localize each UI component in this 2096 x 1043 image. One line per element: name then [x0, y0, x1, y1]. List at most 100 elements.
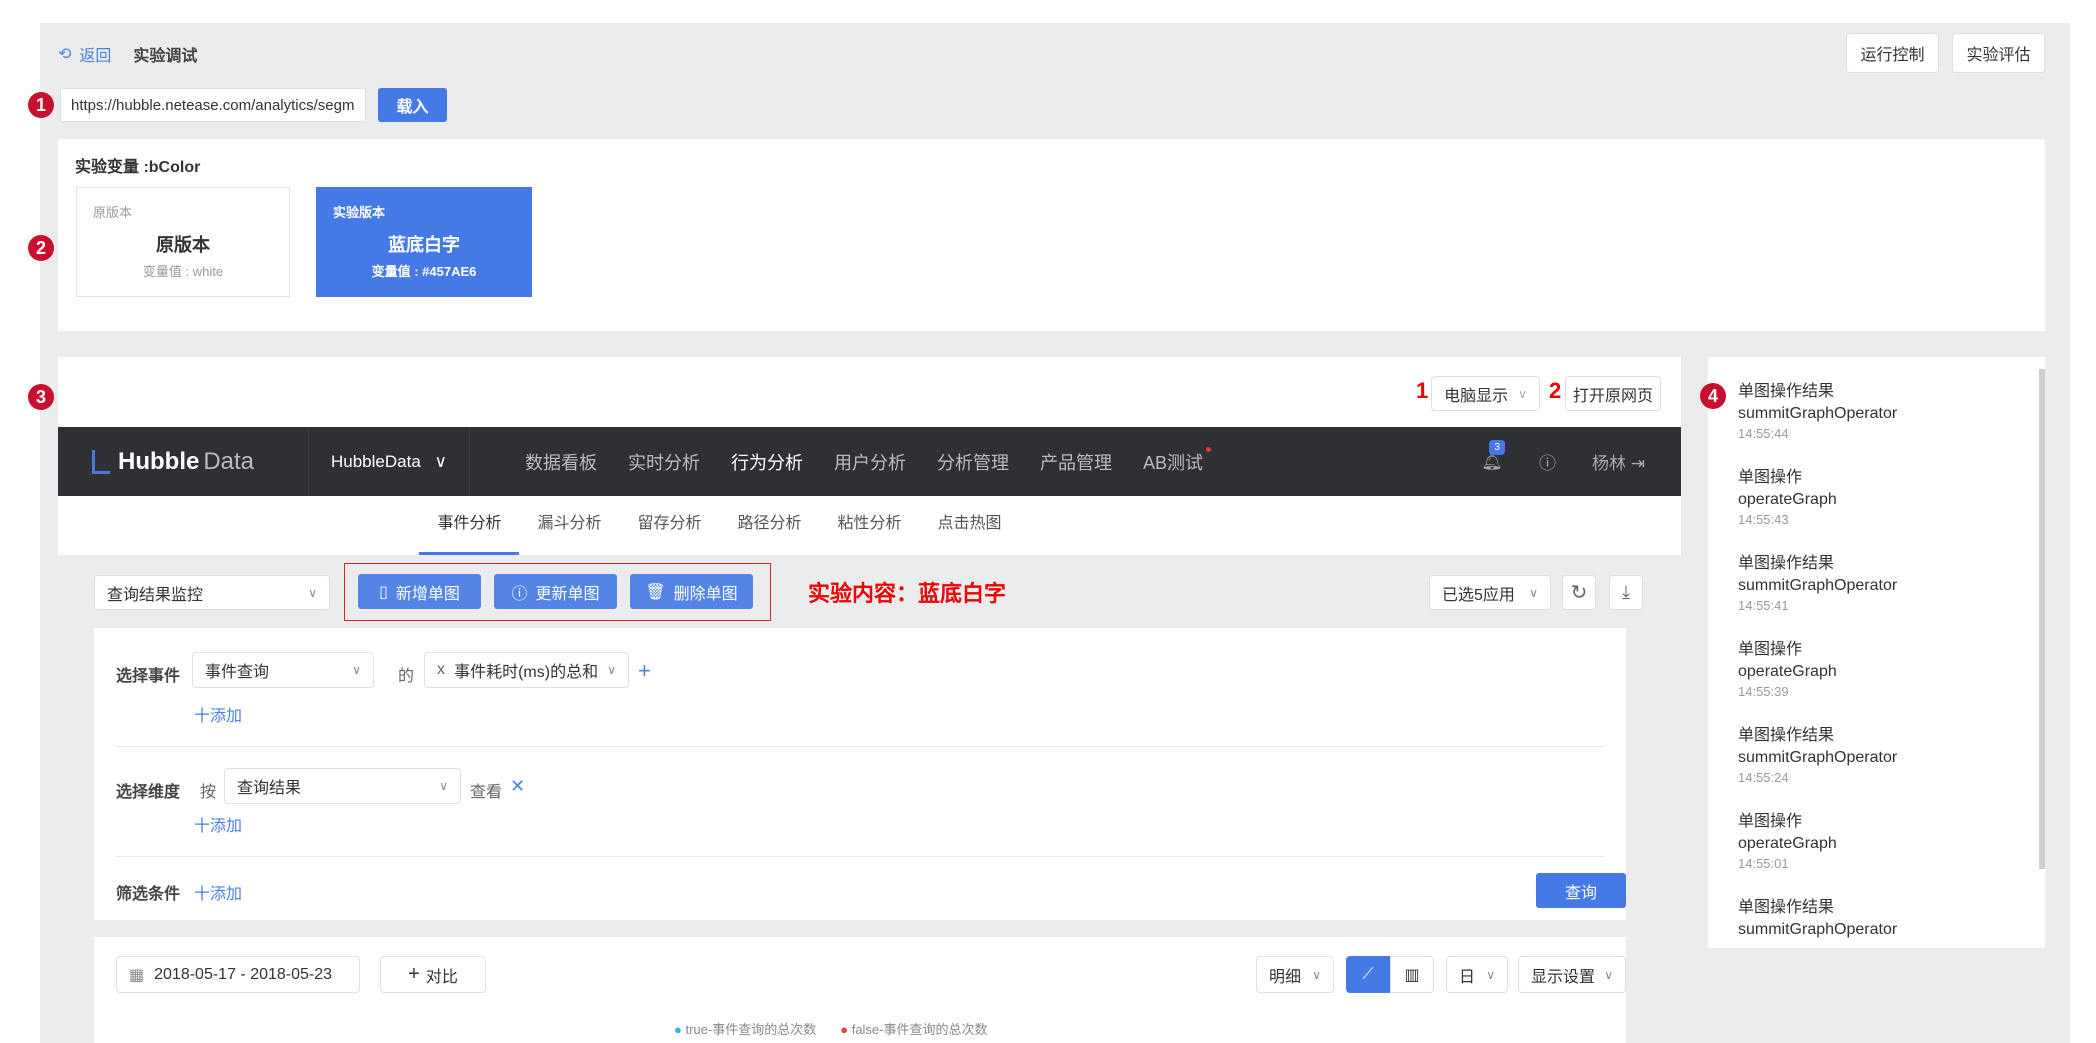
event-select[interactable]: 事件查询 ∨: [192, 652, 374, 688]
help-icon[interactable]: ⓘ: [1539, 449, 1556, 474]
log-name: operateGraph: [1738, 835, 1837, 852]
update-chart-button[interactable]: ⓘ 更新单图: [494, 574, 617, 609]
bell-icon[interactable]: 🔔︎ 3: [1481, 439, 1505, 472]
nav-item[interactable]: AB测试: [1143, 446, 1212, 475]
url-input[interactable]: [60, 88, 366, 122]
button-label: 对比: [425, 968, 458, 986]
dimension-select[interactable]: 查询结果 ∨: [224, 768, 461, 804]
load-button[interactable]: 载入: [378, 88, 447, 122]
chart-panel: ▦ 2018-05-17 - 2018-05-23 + 对比 明细 ∨ ⟋ ▥ 日 ∨ …: [94, 937, 1626, 1043]
compare-button[interactable]: + 对比: [380, 956, 486, 993]
log-time: 14:55:24: [1738, 770, 1789, 785]
chart-legend: ● true-事件查询的总次数 ● false-事件查询的总次数: [674, 1019, 988, 1038]
log-time: 14:55:41: [1738, 598, 1789, 613]
metric-select[interactable]: x 事件耗时(ms)的总和 ∨: [424, 652, 629, 688]
nav-item[interactable]: 数据看板: [525, 449, 597, 475]
legend-item[interactable]: ● true-事件查询的总次数: [674, 1019, 816, 1038]
nav-item[interactable]: 行为分析: [731, 449, 803, 475]
log-item: 单图操作 operateGraph 14:55:39: [1738, 639, 2045, 701]
back-link[interactable]: 返回: [79, 42, 111, 66]
button-label: 删除单图: [673, 585, 738, 603]
info-icon: ⓘ: [511, 585, 528, 603]
apps-value: 已选5应用: [1442, 586, 1515, 604]
line-chart-icon[interactable]: ⟋: [1346, 956, 1390, 993]
variant-card-original[interactable]: 原版本 原版本 变量值 : white: [76, 187, 290, 297]
monitor-select[interactable]: 查询结果监控 ∨: [94, 575, 330, 610]
query-form: 选择事件 事件查询 ∨ 的 x 事件耗时(ms)的总和 ∨ + 十添加 选择维度 按 …: [94, 628, 1626, 920]
log-title: 单图操作: [1738, 469, 1803, 486]
run-control-button[interactable]: 运行控制: [1846, 33, 1939, 73]
event-label: 选择事件: [116, 668, 181, 685]
nav-item[interactable]: 用户分析: [834, 449, 906, 475]
sub-tab[interactable]: 漏斗分析: [519, 496, 619, 555]
sub-tab[interactable]: 路径分析: [720, 496, 820, 555]
sub-tab[interactable]: 点击热图: [920, 496, 1020, 555]
variable-panel: 实验变量 :bColor 原版本 原版本 变量值 : white 实验版本 蓝底…: [58, 139, 2045, 331]
variant-name: 原版本: [156, 235, 210, 255]
refresh-icon[interactable]: ↻: [1562, 575, 1596, 610]
log-item: 单图操作结果 summitGraphOperator 14:55:24: [1738, 725, 2045, 787]
project-name: HubbleData: [331, 451, 421, 471]
remove-metric-icon[interactable]: x: [437, 661, 445, 679]
dimension-value: 查询结果: [237, 780, 302, 797]
apps-select[interactable]: 已选5应用 ∨: [1429, 575, 1551, 610]
chevron-down-icon: ∨: [308, 585, 317, 600]
add-dimension-link[interactable]: 十添加: [194, 812, 242, 836]
bar-chart-icon[interactable]: ▥: [1390, 956, 1434, 993]
chevron-down-icon: ∨: [1518, 386, 1527, 401]
close-icon[interactable]: ✕: [510, 776, 525, 797]
detail-value: 明细: [1269, 968, 1302, 986]
display-mode-select[interactable]: 电脑显示 ∨: [1431, 376, 1540, 411]
back-icon[interactable]: ⟲: [58, 44, 71, 64]
nav-item[interactable]: 分析管理: [937, 449, 1009, 475]
sub-tab[interactable]: 事件分析: [419, 496, 520, 555]
nav-item[interactable]: 产品管理: [1040, 449, 1112, 475]
nav-item[interactable]: 实时分析: [628, 449, 700, 475]
download-icon[interactable]: ⤓: [1609, 575, 1643, 610]
log-title: 单图操作结果: [1738, 383, 1835, 400]
add-chart-button[interactable]: ▯ 新增单图: [358, 574, 481, 609]
logo-text: Data: [203, 447, 255, 475]
logout-icon[interactable]: ⇥: [1631, 454, 1645, 473]
button-label: 新增单图: [395, 585, 460, 603]
page-title: 实验调试: [133, 48, 198, 65]
variant-card-experiment[interactable]: 实验版本 蓝底白字 变量值 : #457AE6: [316, 187, 532, 297]
date-range-picker[interactable]: ▦ 2018-05-17 - 2018-05-23: [116, 956, 360, 993]
marker-badge: 3: [28, 384, 54, 410]
add-filter-link[interactable]: 十添加: [194, 880, 242, 904]
legend-label: true-事件查询的总次数: [685, 1022, 817, 1037]
log-item: 单图操作 operateGraph 14:55:43: [1738, 467, 2045, 529]
chevron-down-icon: ∨: [434, 451, 447, 471]
preview-scrollbar[interactable]: [1681, 427, 1689, 1043]
logo: Hubble Data: [58, 448, 308, 476]
sub-tabs: 事件分析 漏斗分析 留存分析 路径分析 粘性分析 点击热图: [58, 496, 1681, 555]
sub-tab[interactable]: 留存分析: [619, 496, 719, 555]
log-name: summitGraphOperator: [1738, 921, 1898, 938]
marker-badge: 1: [28, 92, 54, 118]
plus-icon[interactable]: +: [638, 658, 651, 684]
granularity-select[interactable]: 日 ∨: [1446, 956, 1508, 993]
delete-chart-button[interactable]: 🗑︎ 删除单图: [630, 574, 753, 609]
legend-item[interactable]: ● false-事件查询的总次数: [840, 1019, 987, 1038]
open-original-button[interactable]: 打开原网页: [1565, 376, 1661, 411]
log-time: 14:55:39: [1738, 684, 1789, 699]
of-label: 的: [398, 668, 415, 685]
display-settings-select[interactable]: 显示设置 ∨: [1518, 956, 1626, 993]
log-time: 14:55:43: [1738, 512, 1789, 527]
legend-label: false-事件查询的总次数: [851, 1022, 988, 1037]
chevron-down-icon: ∨: [439, 779, 448, 793]
detail-select[interactable]: 明细 ∨: [1256, 956, 1334, 993]
marker-badge: 2: [28, 235, 54, 261]
granularity-value: 日: [1459, 968, 1476, 986]
marker-label: 1: [1416, 378, 1429, 403]
add-event-link[interactable]: 十添加: [194, 702, 242, 726]
main-nav: 数据看板 实时分析 行为分析 用户分析 分析管理 产品管理 AB测试: [525, 446, 1234, 475]
sub-tab[interactable]: 粘性分析: [820, 496, 920, 555]
project-select[interactable]: HubbleData ∨: [308, 427, 470, 496]
evaluate-button[interactable]: 实验评估: [1952, 33, 2045, 73]
new-dot: [1206, 446, 1212, 452]
log-scrollbar[interactable]: [2039, 369, 2045, 869]
log-item: 单图操作结果 summitGraphOperator 14:55:44: [1738, 381, 2045, 443]
query-button[interactable]: 查询: [1536, 873, 1626, 908]
user-name[interactable]: 杨林: [1592, 454, 1626, 473]
